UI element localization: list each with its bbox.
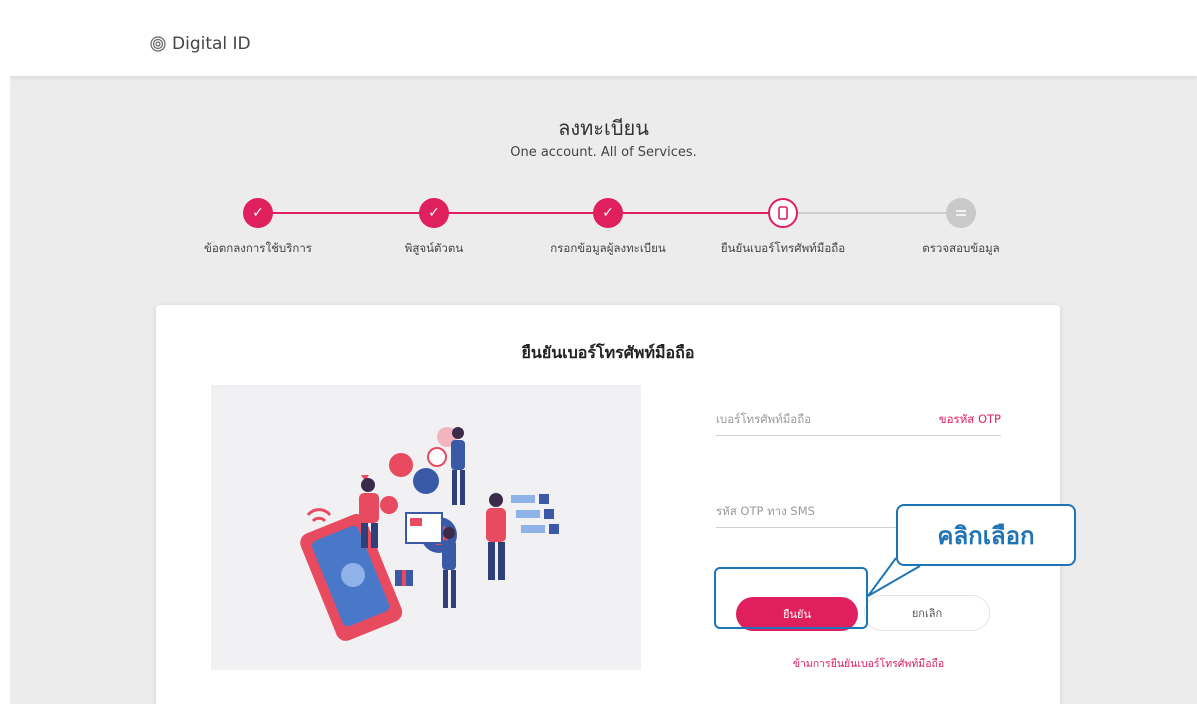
step-identity: ✓ พิสูจน์ตัวตน bbox=[354, 198, 514, 258]
brand-name: Digital ID bbox=[172, 34, 251, 54]
check-icon: ✓ bbox=[593, 198, 623, 228]
mobile-phone-icon bbox=[768, 198, 798, 228]
step-verify-phone: ยืนยันเบอร์โทรศัพท์มือถือ bbox=[703, 198, 863, 258]
phone-number-field[interactable]: เบอร์โทรศัพท์มือถือ ขอรหัส OTP bbox=[716, 405, 1001, 436]
highlight-box bbox=[714, 567, 868, 629]
step-label: ข้อตกลงการใช้บริการ bbox=[204, 241, 312, 255]
card-title: ยืนยันเบอร์โทรศัพท์มือถือ bbox=[521, 343, 695, 362]
check-icon: ✓ bbox=[243, 198, 273, 228]
step-review: ตรวจสอบข้อมูล bbox=[881, 198, 1041, 258]
step-label: พิสูจน์ตัวตน bbox=[404, 241, 464, 255]
skip-verification-link[interactable]: ข้ามการยืนยันเบอร์โทรศัพท์มือถือ bbox=[756, 655, 981, 672]
phone-social-illustration bbox=[211, 385, 641, 670]
step-registrant-info: ✓ กรอกข้อมูลผู้ลงทะเบียน bbox=[528, 198, 688, 258]
step-terms: ✓ ข้อตกลงการใช้บริการ bbox=[178, 198, 338, 258]
page-subtitle: One account. All of Services. bbox=[510, 145, 697, 160]
page-title: ลงทะเบียน bbox=[558, 116, 649, 140]
list-icon bbox=[946, 198, 976, 228]
otp-input[interactable]: รหัส OTP ทาง SMS bbox=[716, 503, 815, 521]
step-label: กรอกข้อมูลผู้ลงทะเบียน bbox=[550, 241, 666, 255]
step-label: ยืนยันเบอร์โทรศัพท์มือถือ bbox=[720, 241, 846, 255]
registration-stepper: ✓ ข้อตกลงการใช้บริการ ✓ พิสูจน์ตัวตน ✓ ก… bbox=[10, 198, 1197, 268]
top-bar: Digital ID bbox=[10, 12, 1197, 76]
brand[interactable]: Digital ID bbox=[150, 34, 251, 54]
check-icon: ✓ bbox=[419, 198, 449, 228]
app-window: Digital ID ลงทะเบียน One account. All of… bbox=[10, 12, 1197, 704]
step-label: ตรวจสอบข้อมูล bbox=[922, 241, 1000, 255]
fingerprint-logo-icon bbox=[150, 36, 166, 52]
click-here-callout: คลิกเลือก bbox=[896, 504, 1076, 566]
phone-number-input[interactable]: เบอร์โทรศัพท์มือถือ bbox=[716, 411, 811, 429]
request-otp-link[interactable]: ขอรหัส OTP bbox=[939, 411, 1001, 429]
